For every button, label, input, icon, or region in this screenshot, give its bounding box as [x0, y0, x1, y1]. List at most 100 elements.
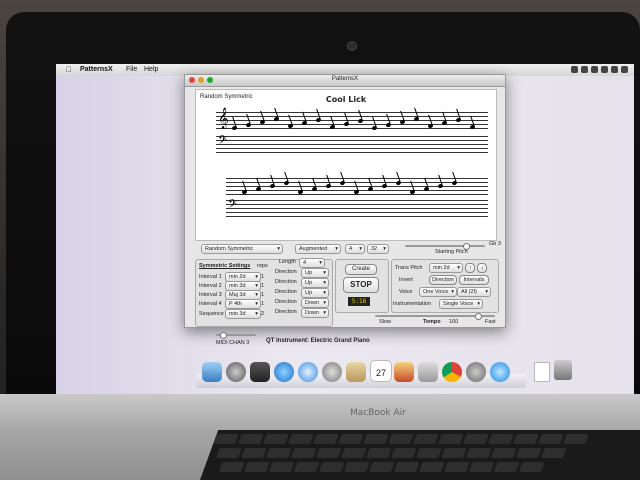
- chrome-icon[interactable]: [442, 362, 462, 382]
- direction-select-2[interactable]: Up: [301, 278, 329, 288]
- camera-icon: [347, 41, 357, 51]
- treble-staff: 𝄞: [216, 108, 488, 129]
- notes-icon[interactable]: [346, 362, 366, 382]
- starting-pitch-value: Gb 3: [489, 241, 501, 247]
- tray-icon[interactable]: [571, 66, 578, 73]
- launchpad-icon[interactable]: [226, 362, 246, 382]
- tempo-label: Tempo: [423, 319, 441, 325]
- menu-help[interactable]: Help: [144, 64, 158, 76]
- interval-2-reps[interactable]: 1: [261, 283, 264, 289]
- menu-app-name[interactable]: PatternsX: [80, 64, 113, 76]
- apple-icon[interactable]: : [66, 64, 72, 76]
- direction-select-3[interactable]: Up: [301, 288, 329, 298]
- bass-clef-icon: 𝄢: [218, 134, 228, 150]
- menu-file[interactable]: File: [126, 64, 137, 76]
- score-title: Cool Lick: [325, 95, 367, 104]
- laptop-screen:  PatternsX File Help PatternsX Random S…: [56, 64, 634, 394]
- keyboard: [200, 430, 640, 480]
- instrumentation-label: Instrumentation: [393, 301, 431, 307]
- laptop-brand-label: MacBook Air: [350, 408, 406, 418]
- reps-label: reps: [257, 263, 268, 269]
- slider-knob[interactable]: [220, 332, 227, 339]
- arrow-down-icon[interactable]: ↓: [477, 263, 487, 273]
- instrumentation-select[interactable]: Single Voice: [439, 299, 483, 309]
- dock: 27: [196, 346, 526, 388]
- finder-icon[interactable]: [202, 362, 222, 382]
- scale-select[interactable]: Augmented: [295, 244, 341, 254]
- direction-button[interactable]: Direction: [429, 275, 457, 285]
- sequence-select[interactable]: min 3d: [225, 309, 261, 319]
- sequence-label: Sequence: [199, 311, 224, 317]
- note-mark: [371, 125, 378, 131]
- interval-3-label: Interval 3: [199, 292, 222, 298]
- interval-4-select[interactable]: P 4th: [225, 299, 261, 309]
- tray-icon[interactable]: [581, 66, 588, 73]
- length-label: Length: [279, 259, 296, 265]
- starting-pitch-slider[interactable]: [405, 243, 485, 250]
- status-tray: [571, 66, 628, 73]
- fast-label: Fast: [485, 319, 496, 325]
- count-a-stepper[interactable]: 4: [345, 244, 365, 254]
- interval-4-label: Interval 4: [199, 301, 222, 307]
- settings-icon[interactable]: [466, 362, 486, 382]
- document-icon[interactable]: [534, 362, 550, 382]
- window-title: PatternsX: [331, 76, 359, 82]
- trash-icon[interactable]: [554, 360, 572, 380]
- direction-select-1[interactable]: Up: [301, 268, 329, 278]
- score-view: Random Symmetric Cool Lick 𝄞 𝄢 𝄢: [195, 89, 497, 241]
- trans-pitch-label: Trans Pitch: [395, 265, 423, 271]
- arrow-up-icon[interactable]: ↑: [465, 263, 475, 273]
- system-preferences-icon[interactable]: [322, 362, 342, 382]
- interval-2-label: Interval 2: [199, 283, 222, 289]
- mission-control-icon[interactable]: [250, 362, 270, 382]
- pattern-select[interactable]: Random Symmetric: [201, 244, 283, 254]
- bass-clef-icon: 𝄢: [228, 198, 238, 214]
- voice-label: Voice: [399, 289, 413, 295]
- tray-icon[interactable]: [591, 66, 598, 73]
- create-button[interactable]: Create: [345, 264, 377, 275]
- interval-1-label: Interval 1: [199, 274, 222, 280]
- interval-4-reps[interactable]: 1: [261, 301, 264, 307]
- voice-range-select[interactable]: All (2f): [457, 287, 491, 297]
- tempo-slider[interactable]: [375, 313, 495, 320]
- utility-icon[interactable]: [418, 362, 438, 382]
- app-store-icon[interactable]: [274, 362, 294, 382]
- symmetric-heading: Symmetric Settings: [199, 263, 251, 269]
- sequence-reps[interactable]: 2: [261, 311, 264, 317]
- midi-channel-slider[interactable]: [216, 332, 256, 339]
- interval-3-reps[interactable]: 1: [261, 292, 264, 298]
- stop-button[interactable]: STOP: [343, 277, 379, 293]
- calendar-icon[interactable]: 27: [370, 360, 392, 382]
- slider-knob[interactable]: [475, 313, 482, 320]
- bass-staff-2: 𝄢: [226, 198, 488, 217]
- direction-label-3: Direction: [275, 289, 297, 295]
- interval-1-reps[interactable]: 1: [261, 274, 264, 280]
- slow-label: Slow: [379, 319, 391, 325]
- spotlight-icon[interactable]: [621, 66, 628, 73]
- treble-clef-icon: 𝄞: [218, 108, 229, 129]
- length-select[interactable]: 4: [299, 258, 325, 268]
- patternsx-window: PatternsX Random Symmetric Cool Lick 𝄞 𝄢…: [184, 74, 506, 328]
- voice-select[interactable]: One Voice: [419, 287, 457, 297]
- tray-icon[interactable]: [611, 66, 618, 73]
- direction-label-2: Direction: [275, 279, 297, 285]
- count-b-stepper[interactable]: 32: [367, 244, 389, 254]
- intervals-button[interactable]: Intervals: [459, 275, 489, 285]
- note-mark: [231, 125, 238, 131]
- invert-label: Invert: [399, 277, 413, 283]
- direction-label-4: Direction: [275, 299, 297, 305]
- direction-label-1: Direction: [275, 269, 297, 275]
- safari-icon[interactable]: [298, 362, 318, 382]
- qt-instrument-label: QT Instrument: Electric Grand Piano: [266, 338, 370, 344]
- time-display: 5:16: [348, 297, 370, 306]
- bass-staff-top: 𝄢: [216, 134, 488, 153]
- tray-icon[interactable]: [601, 66, 608, 73]
- tempo-value: 160: [449, 319, 459, 325]
- trans-pitch-select[interactable]: min 2d: [429, 263, 463, 273]
- window-titlebar[interactable]: PatternsX: [185, 75, 505, 87]
- globe-icon[interactable]: [490, 362, 510, 382]
- direction-select-5[interactable]: Down: [301, 308, 329, 318]
- photo-icon[interactable]: [394, 362, 414, 382]
- starting-pitch-label: Starting Pitch: [435, 249, 468, 255]
- direction-select-4[interactable]: Down: [301, 298, 329, 308]
